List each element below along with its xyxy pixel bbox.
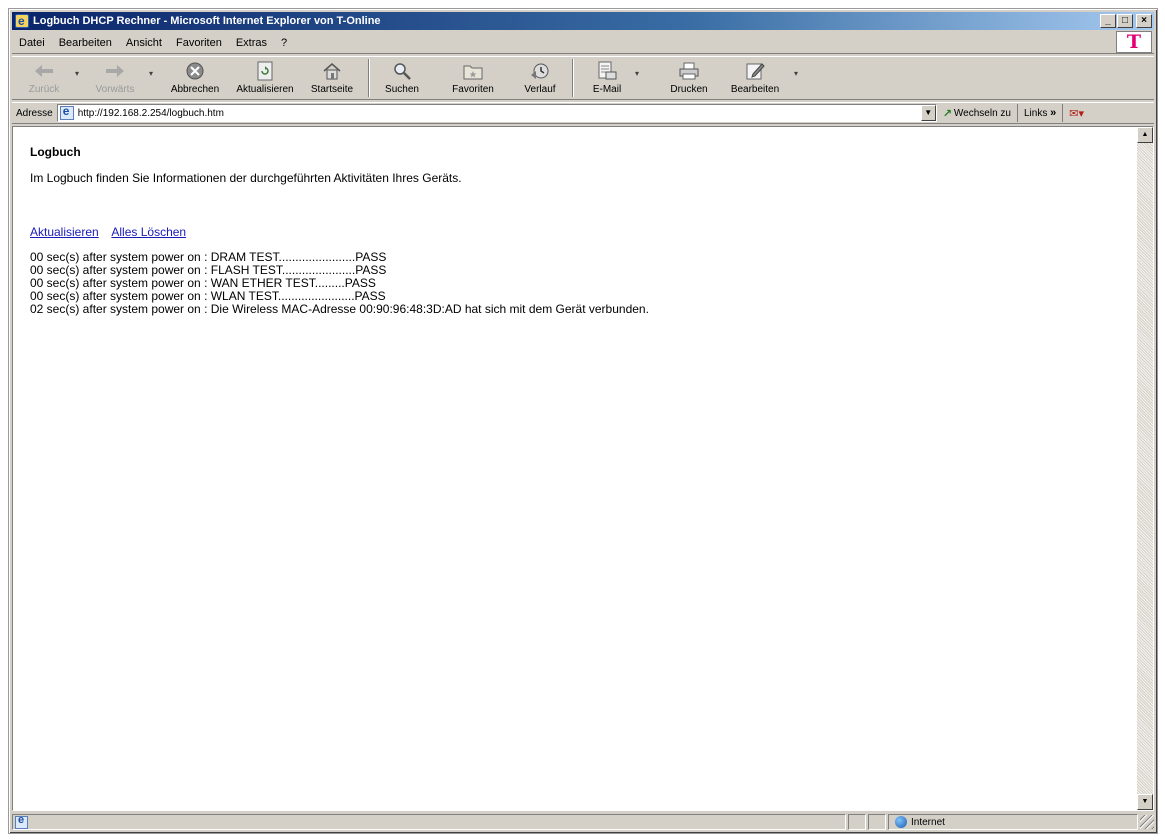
refresh-button[interactable]: Aktualisieren xyxy=(232,57,298,99)
stop-button[interactable]: Abbrechen xyxy=(164,57,226,99)
menu-datei[interactable]: Datei xyxy=(12,37,52,49)
scroll-down-button[interactable]: ▼ xyxy=(1137,794,1153,810)
history-icon xyxy=(529,60,551,82)
address-url: http://192.168.2.254/logbuch.htm xyxy=(77,107,224,119)
home-button[interactable]: Startseite xyxy=(306,57,358,99)
stop-icon xyxy=(184,60,206,82)
browser-window: Logbuch DHCP Rechner - Microsoft Interne… xyxy=(8,8,1158,834)
vertical-scrollbar[interactable]: ▲ ▼ xyxy=(1137,127,1153,810)
search-button[interactable]: Suchen xyxy=(380,57,424,99)
t-online-logo: T xyxy=(1116,31,1152,53)
edit-icon xyxy=(744,60,766,82)
go-button[interactable]: ↗ Wechseln zu xyxy=(937,104,1018,122)
page-icon xyxy=(15,814,28,829)
content-area: Logbuch Im Logbuch finden Sie Informatio… xyxy=(12,126,1154,811)
minimize-button[interactable]: _ xyxy=(1100,14,1116,28)
menu-ansicht[interactable]: Ansicht xyxy=(119,37,169,49)
edit-dropdown-icon[interactable]: ▾ xyxy=(794,69,798,78)
menu-bearbeiten[interactable]: Bearbeiten xyxy=(52,37,119,49)
mail-button[interactable]: E-Mail ▾ xyxy=(584,57,639,99)
title-bar[interactable]: Logbuch DHCP Rechner - Microsoft Interne… xyxy=(12,12,1154,30)
status-text xyxy=(12,814,846,830)
address-label: Adresse xyxy=(16,107,53,119)
print-button[interactable]: Drucken xyxy=(666,57,712,99)
search-icon xyxy=(391,60,413,82)
globe-icon xyxy=(895,816,907,828)
mail-icon xyxy=(596,60,618,82)
address-input[interactable]: http://192.168.2.254/logbuch.htm ▼ xyxy=(56,104,937,122)
menu-help[interactable]: ? xyxy=(274,37,294,49)
forward-button[interactable]: Vorwärts ▾ xyxy=(86,57,153,99)
log-actions: Aktualisieren Alles Löschen xyxy=(30,225,1123,239)
log-list: 00 sec(s) after system power on : DRAM T… xyxy=(30,251,1123,316)
toolbar-separator xyxy=(572,59,574,97)
refresh-icon xyxy=(254,60,276,82)
close-button[interactable]: × xyxy=(1136,14,1152,28)
home-icon xyxy=(321,60,343,82)
printer-icon xyxy=(678,60,700,82)
forward-dropdown-icon[interactable]: ▾ xyxy=(149,69,153,78)
mail-dropdown-icon[interactable]: ▾ xyxy=(635,69,639,78)
history-button[interactable]: Verlauf xyxy=(518,57,562,99)
page-title: Logbuch xyxy=(30,145,81,159)
standard-toolbar: Zurück ▾ Vorwärts ▾ Abbrechen Aktualisie… xyxy=(12,56,1154,100)
toolbar-separator xyxy=(368,59,370,97)
forward-arrow-icon xyxy=(104,60,126,82)
address-bar: Adresse http://192.168.2.254/logbuch.htm… xyxy=(12,102,1154,124)
chevron-right-icon: » xyxy=(1050,107,1057,119)
clear-all-link[interactable]: Alles Löschen xyxy=(111,225,186,239)
ie-icon xyxy=(15,12,29,30)
status-panel xyxy=(868,814,886,830)
favorites-button[interactable]: Favoriten xyxy=(446,57,500,99)
menu-favoriten[interactable]: Favoriten xyxy=(169,37,229,49)
refresh-link[interactable]: Aktualisieren xyxy=(30,225,99,239)
status-panel xyxy=(848,814,866,830)
favorites-folder-icon xyxy=(462,60,484,82)
edit-button[interactable]: Bearbeiten ▾ xyxy=(726,57,798,99)
maximize-button[interactable]: □ xyxy=(1117,14,1133,28)
page-icon xyxy=(59,104,74,120)
status-bar: Internet xyxy=(12,813,1154,831)
address-dropdown-icon[interactable]: ▼ xyxy=(920,105,936,121)
go-arrow-icon: ↗ xyxy=(942,107,952,120)
menu-extras[interactable]: Extras xyxy=(229,37,274,49)
page-intro: Im Logbuch finden Sie Informationen der … xyxy=(30,171,462,185)
links-button[interactable]: Links » xyxy=(1018,104,1064,122)
menu-bar: Datei Bearbeiten Ansicht Favoriten Extra… xyxy=(12,31,1154,54)
security-zone: Internet xyxy=(888,814,1138,830)
back-dropdown-icon[interactable]: ▾ xyxy=(75,69,79,78)
page-content: Logbuch Im Logbuch finden Sie Informatio… xyxy=(30,145,1123,316)
toolbar-extension-icon[interactable]: ✉▾ xyxy=(1063,107,1090,120)
resize-grip[interactable] xyxy=(1140,815,1154,829)
back-button[interactable]: Zurück ▾ xyxy=(18,57,79,99)
window-title: Logbuch DHCP Rechner - Microsoft Interne… xyxy=(33,15,381,27)
scroll-up-button[interactable]: ▲ xyxy=(1137,127,1153,143)
log-entry: 02 sec(s) after system power on : Die Wi… xyxy=(30,302,649,316)
back-arrow-icon xyxy=(33,60,55,82)
